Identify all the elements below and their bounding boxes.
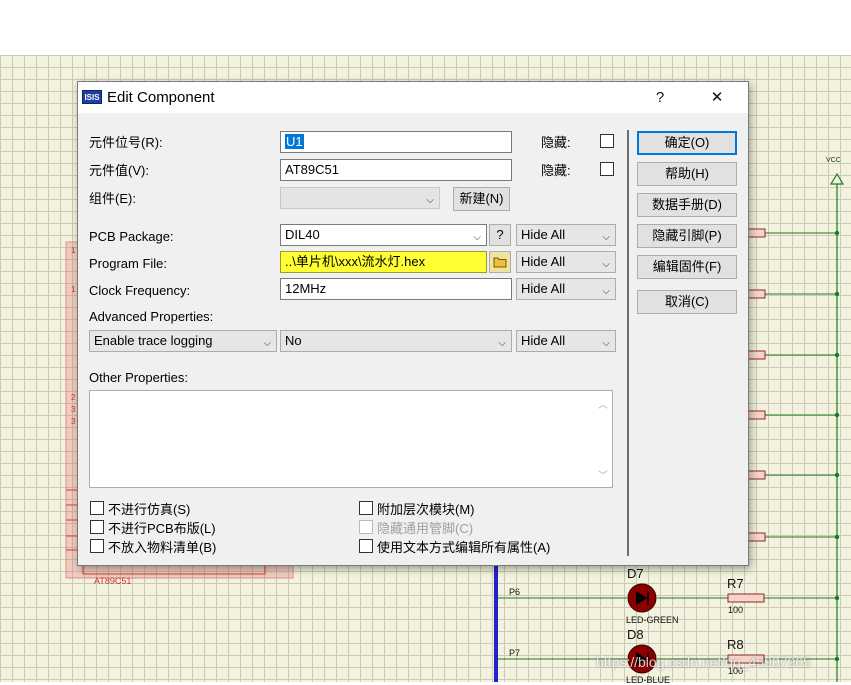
advanced-value-select[interactable]: No ⌵	[280, 330, 512, 352]
group-label: 组件(E):	[89, 191, 136, 206]
isis-app-icon: ISIS	[82, 90, 102, 104]
group-select[interactable]: ⌵	[280, 187, 440, 209]
help-title-button[interactable]: ?	[640, 86, 680, 110]
edit-firmware-button[interactable]: 编辑固件(F)	[637, 255, 737, 279]
vcc-label: VCC	[826, 157, 841, 164]
exclude-simulation-checkbox[interactable]	[90, 501, 104, 515]
r8-label: R8	[727, 637, 744, 652]
dialog-title: Edit Component	[107, 89, 215, 106]
close-icon[interactable]: ✕	[697, 86, 737, 110]
pin-number: 1	[71, 285, 76, 294]
ref-label: 元件位号(R):	[89, 135, 163, 150]
watermark-text: https://blog.csdn.net/qq_45907965	[596, 654, 811, 670]
folder-icon	[493, 257, 507, 268]
value-hidden-checkbox[interactable]	[600, 162, 614, 176]
attach-hierarchy-checkbox[interactable]	[359, 501, 373, 515]
pcb-visibility-value: Hide All	[521, 227, 566, 242]
pin-number: 1	[71, 246, 76, 255]
exclude-pcb-label: 不进行PCB布版(L)	[108, 521, 216, 536]
edit-as-text-checkbox[interactable]	[359, 539, 373, 553]
advanced-visibility-select[interactable]: Hide All ⌵	[516, 330, 616, 352]
other-properties-label: Other Properties:	[89, 370, 188, 385]
datasheet-button[interactable]: 数据手册(D)	[637, 193, 737, 217]
program-visibility-value: Hide All	[521, 254, 566, 269]
chevron-down-icon: ⌵	[602, 259, 610, 270]
exclude-simulation-label: 不进行仿真(S)	[108, 502, 191, 517]
clock-frequency-input[interactable]: 12MHz	[280, 278, 512, 300]
pin-number: 3	[71, 417, 76, 426]
advanced-property-value: Enable trace logging	[94, 333, 213, 348]
clock-visibility-value: Hide All	[521, 281, 566, 296]
value-input[interactable]: AT89C51	[280, 159, 512, 181]
r7-label: R7	[727, 576, 744, 591]
pcb-package-select[interactable]: DIL40 ⌵	[280, 224, 487, 246]
chevron-down-icon: ⌵	[602, 286, 610, 297]
pcb-package-value: DIL40	[285, 227, 320, 242]
exclude-bom-checkbox[interactable]	[90, 539, 104, 553]
ref-input-value: U1	[285, 134, 304, 149]
pcb-visibility-select[interactable]: Hide All ⌵	[516, 224, 616, 246]
edit-component-dialog: ISIS Edit Component ? ✕ 元件位号(R): U1 隐藏: …	[77, 81, 749, 566]
clock-frequency-label: Clock Frequency:	[89, 283, 191, 298]
cancel-button[interactable]: 取消(C)	[637, 290, 737, 314]
value-label: 元件值(V):	[89, 163, 149, 178]
advanced-visibility-value: Hide All	[521, 333, 566, 348]
hide-common-pins-checkbox[interactable]	[359, 520, 373, 534]
chevron-down-icon: ⌵	[602, 338, 610, 349]
new-group-button[interactable]: 新建(N)	[453, 187, 510, 211]
d8-label: D8	[627, 627, 644, 642]
chevron-down-icon: ⌵	[602, 232, 610, 243]
p7-label: P7	[509, 648, 521, 658]
led8-type-label: LED-BLUE	[626, 675, 671, 685]
program-file-label: Program File:	[89, 256, 168, 271]
resistor-stubs	[765, 232, 837, 538]
ok-button[interactable]: 确定(O)	[637, 131, 737, 155]
exclude-bom-label: 不放入物料清单(B)	[108, 540, 217, 555]
pin-number: 2	[71, 393, 76, 402]
ref-hidden-label: 隐藏:	[541, 135, 571, 150]
led7-type-label: LED-GREEN	[626, 615, 679, 625]
ref-hidden-checkbox[interactable]	[600, 134, 614, 148]
pcb-help-button[interactable]: ?	[489, 224, 511, 246]
dialog-titlebar[interactable]: ISIS Edit Component ? ✕	[78, 82, 748, 113]
attach-hierarchy-label: 附加层次模块(M)	[377, 502, 475, 517]
chevron-down-icon: ⌵	[426, 195, 434, 206]
resistor-bodies	[746, 228, 766, 542]
chevron-down-icon: ⌵	[498, 338, 506, 349]
pcb-package-label: PCB Package:	[89, 229, 174, 244]
resistor-r7[interactable]	[727, 593, 765, 603]
vcc-symbol	[829, 172, 845, 185]
led-d7[interactable]	[627, 583, 657, 613]
program-visibility-select[interactable]: Hide All ⌵	[516, 251, 616, 273]
p6-label: P6	[509, 587, 521, 597]
pin-number: 3	[71, 405, 76, 414]
d7-label: D7	[627, 566, 644, 581]
ref-input[interactable]: U1	[280, 131, 512, 153]
program-file-input[interactable]: ..\单片机\xxx\流水灯.hex	[280, 251, 487, 273]
r7-value: 100	[728, 605, 744, 615]
scroll-up-icon[interactable]: ︿	[598, 396, 608, 411]
scroll-down-icon[interactable]: ﹀	[598, 467, 608, 482]
help-button[interactable]: 帮助(H)	[637, 162, 737, 186]
chip-name-label: AT89C51	[94, 576, 132, 586]
vertical-separator	[627, 130, 629, 556]
advanced-property-select[interactable]: Enable trace logging ⌵	[89, 330, 277, 352]
clock-visibility-select[interactable]: Hide All ⌵	[516, 278, 616, 300]
chevron-down-icon: ⌵	[473, 232, 481, 243]
exclude-pcb-checkbox[interactable]	[90, 520, 104, 534]
hide-pins-button[interactable]: 隐藏引脚(P)	[637, 224, 737, 248]
browse-folder-button[interactable]	[489, 251, 511, 273]
chevron-down-icon: ⌵	[263, 338, 271, 349]
value-hidden-label: 隐藏:	[541, 163, 571, 178]
advanced-properties-label: Advanced Properties:	[89, 309, 214, 324]
hide-common-pins-label: 隐藏通用管脚(C)	[377, 521, 474, 536]
advanced-value-text: No	[285, 333, 302, 348]
other-properties-textarea[interactable]: ︿ ﹀	[89, 390, 613, 488]
edit-as-text-label: 使用文本方式编辑所有属性(A)	[377, 540, 551, 555]
